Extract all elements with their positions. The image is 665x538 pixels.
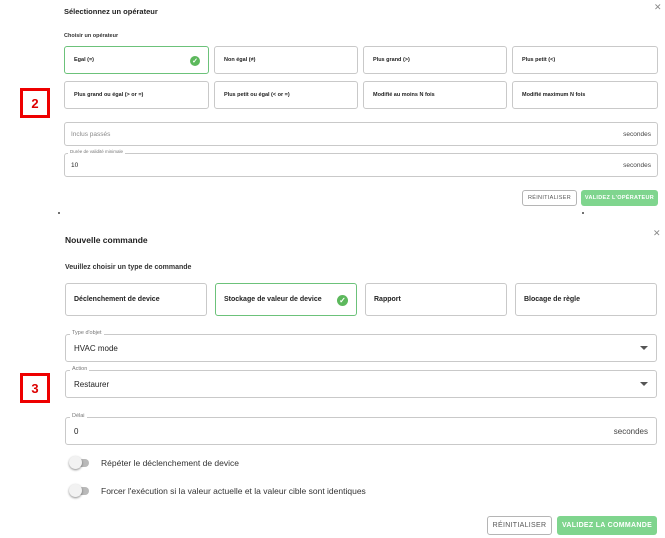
command-type-stockage[interactable]: Stockage de valeur de device ✓ bbox=[215, 283, 357, 316]
separator-dot bbox=[582, 212, 584, 214]
command-type-label: Stockage de valeur de device bbox=[224, 296, 322, 303]
operator-card-label: Plus petit ou égal (< or =) bbox=[224, 92, 290, 98]
inclus-passes-unit: secondes bbox=[623, 130, 651, 138]
operator-card-plus-petit-ou-egal[interactable]: Plus petit ou égal (< or =) bbox=[214, 81, 358, 109]
operator-card-label: Plus grand ou égal (> or =) bbox=[74, 92, 144, 98]
toggle-knob bbox=[69, 484, 82, 497]
repeter-toggle-label: Répéter le déclenchement de device bbox=[101, 458, 239, 468]
operator-card-label: Non égal (≠) bbox=[224, 57, 256, 63]
duree-validite-input[interactable]: 10 secondes bbox=[64, 153, 658, 177]
action-label: Action bbox=[70, 366, 90, 373]
command-reset-button[interactable]: RÉINITIALISER bbox=[487, 516, 552, 535]
close-icon[interactable]: ✕ bbox=[653, 228, 661, 238]
command-type-section-label: Veuillez choisir un type de commande bbox=[65, 264, 192, 271]
check-icon: ✓ bbox=[190, 56, 200, 66]
delai-label: Délai bbox=[70, 413, 87, 420]
action-select[interactable]: Restaurer bbox=[65, 370, 657, 398]
delai-unit: secondes bbox=[613, 426, 648, 436]
action-value: Restaurer bbox=[74, 379, 110, 389]
operator-card-egal[interactable]: Egal (=) ✓ bbox=[64, 46, 209, 74]
command-type-rapport[interactable]: Rapport bbox=[365, 283, 507, 316]
command-dialog-title: Nouvelle commande bbox=[65, 235, 148, 245]
operator-section-label: Choisir un opérateur bbox=[64, 33, 119, 39]
forcer-toggle-switch[interactable] bbox=[69, 484, 89, 497]
command-validate-button[interactable]: VALIDEZ LA COMMANDE bbox=[557, 516, 657, 535]
operator-card-plus-grand[interactable]: Plus grand (>) bbox=[363, 46, 507, 74]
duree-validite-value: 10 bbox=[71, 161, 79, 169]
repeter-toggle-row[interactable]: Répéter le déclenchement de device bbox=[69, 456, 239, 469]
operator-card-label: Modifié au moins N fois bbox=[373, 92, 435, 98]
operator-validate-button[interactable]: VALIDEZ L'OPÉRATEUR bbox=[581, 190, 658, 206]
type-objet-value: HVAC mode bbox=[74, 343, 118, 353]
command-type-label: Rapport bbox=[374, 296, 401, 303]
annotation-badge-3: 3 bbox=[20, 373, 50, 403]
operator-card-label: Plus grand (>) bbox=[373, 57, 410, 63]
chevron-down-icon bbox=[640, 382, 648, 386]
inclus-passes-placeholder: Inclus passés bbox=[71, 130, 111, 138]
operator-card-label: Egal (=) bbox=[74, 57, 95, 63]
operator-card-plus-grand-ou-egal[interactable]: Plus grand ou égal (> or =) bbox=[64, 81, 209, 109]
operator-card-label: Modifié maximum N fois bbox=[522, 92, 586, 98]
delai-value: 0 bbox=[74, 426, 79, 436]
forcer-toggle-row[interactable]: Forcer l'exécution si la valeur actuelle… bbox=[69, 484, 366, 497]
operator-dialog-title: Sélectionnez un opérateur bbox=[64, 7, 158, 16]
duree-validite-label: Durée de validité minimale bbox=[68, 149, 126, 155]
separator-dot bbox=[58, 212, 60, 214]
operator-card-label: Plus petit (<) bbox=[522, 57, 556, 63]
operator-card-modifie-au-moins[interactable]: Modifié au moins N fois bbox=[363, 81, 507, 109]
operator-card-non-egal[interactable]: Non égal (≠) bbox=[214, 46, 358, 74]
type-objet-label: Type d'objet bbox=[70, 330, 104, 337]
command-type-blocage[interactable]: Blocage de règle bbox=[515, 283, 657, 316]
toggle-knob bbox=[69, 456, 82, 469]
annotation-badge-2: 2 bbox=[20, 88, 50, 118]
check-icon: ✓ bbox=[337, 295, 348, 306]
command-type-declenchement[interactable]: Déclenchement de device bbox=[65, 283, 207, 316]
inclus-passes-input[interactable]: Inclus passés secondes bbox=[64, 122, 658, 146]
operator-reset-button[interactable]: RÉINITIALISER bbox=[522, 190, 577, 206]
close-icon[interactable]: ✕ bbox=[654, 2, 662, 12]
duree-validite-unit: secondes bbox=[623, 161, 651, 169]
type-objet-select[interactable]: HVAC mode bbox=[65, 334, 657, 362]
chevron-down-icon bbox=[640, 346, 648, 350]
operator-card-modifie-maximum[interactable]: Modifié maximum N fois bbox=[512, 81, 658, 109]
operator-card-plus-petit[interactable]: Plus petit (<) bbox=[512, 46, 658, 74]
command-type-label: Blocage de règle bbox=[524, 296, 581, 303]
repeter-toggle-switch[interactable] bbox=[69, 456, 89, 469]
delai-input[interactable]: 0 secondes bbox=[65, 417, 657, 445]
forcer-toggle-label: Forcer l'exécution si la valeur actuelle… bbox=[101, 486, 366, 496]
command-type-label: Déclenchement de device bbox=[74, 296, 160, 303]
